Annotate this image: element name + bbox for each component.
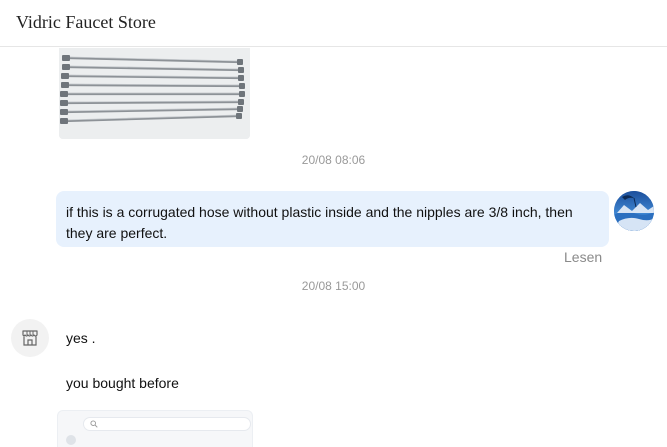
user-avatar[interactable] (614, 191, 654, 231)
message-timestamp: 20/08 08:06 (301, 153, 366, 167)
user-avatar-photo (614, 191, 654, 231)
thumb-search-bar (83, 417, 251, 431)
store-avatar[interactable] (11, 319, 49, 357)
store-name: Vidric Faucet Store (16, 12, 156, 32)
corrugated-hoses-image (59, 48, 250, 139)
incoming-message-text: yes . (66, 330, 96, 346)
outgoing-message-bubble: if this is a corrugated hose without pla… (56, 191, 609, 247)
chat-header: Vidric Faucet Store (0, 0, 667, 47)
search-icon (90, 420, 98, 428)
order-screenshot-image[interactable] (57, 410, 253, 447)
outgoing-message-text: if this is a corrugated hose without pla… (66, 204, 573, 241)
read-receipt: Lesen (564, 249, 603, 265)
thumb-avatar (66, 435, 76, 445)
message-timestamp: 20/08 15:00 (301, 279, 366, 293)
incoming-message-text: you bought before (66, 375, 179, 391)
product-image[interactable] (59, 48, 250, 139)
storefront-icon (22, 330, 38, 346)
